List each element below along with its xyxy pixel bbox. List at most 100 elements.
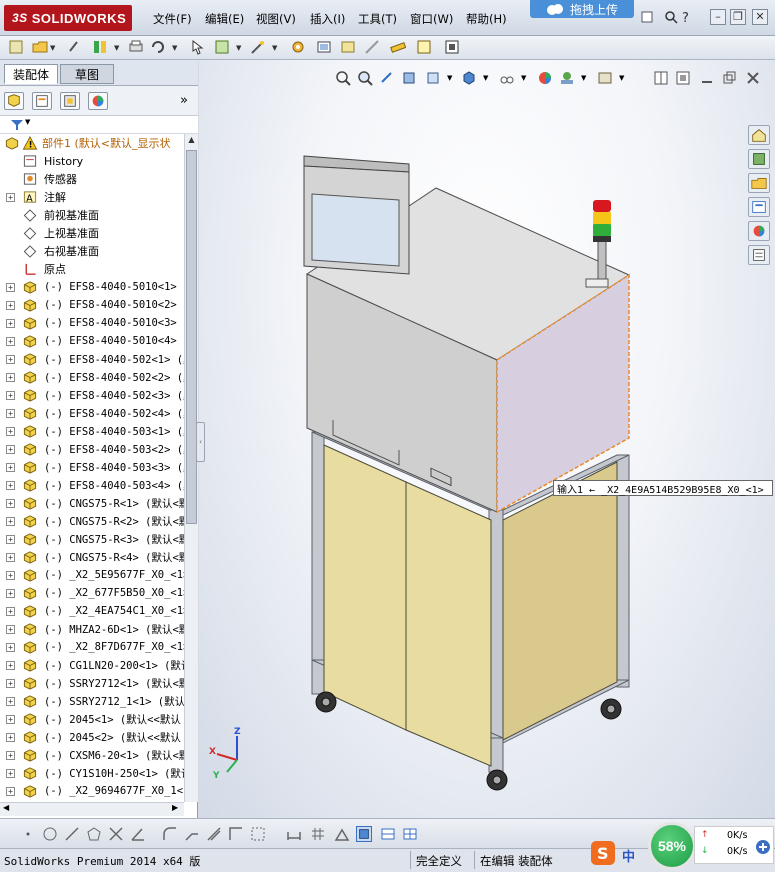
expand-toggle[interactable]: + [6, 606, 15, 616]
tree-item[interactable]: + (-) _X2_677F5B50_X0_<1> [0, 584, 184, 602]
tree-item[interactable]: + (-) EFS8-4040-5010<2> ( [0, 296, 184, 314]
expand-toggle[interactable]: + [6, 372, 15, 382]
tree-item[interactable]: + (-) CY1S10H-250<1> (默认 [0, 764, 184, 782]
expand-toggle[interactable]: + [6, 570, 15, 580]
expand-toggle[interactable]: + [6, 336, 15, 346]
line-icon[interactable] [64, 826, 80, 842]
tree-item[interactable]: + A 注解 [0, 188, 184, 206]
dashed-box-icon[interactable] [250, 826, 266, 842]
tree-item[interactable]: + (-) _X2_5E95677F_X0_<1> [0, 566, 184, 584]
tree-item[interactable]: + (-) EFS8-4040-5010<1> ( [0, 278, 184, 296]
angle-icon[interactable] [130, 826, 146, 842]
ime-toolbar[interactable]: S 中 [590, 838, 652, 868]
home-icon[interactable] [748, 125, 770, 145]
dimension-icon[interactable] [286, 826, 302, 842]
tree-item[interactable]: + (-) CXSM6-20<1> (默认<默 [0, 746, 184, 764]
open-folder-icon[interactable] [32, 39, 48, 55]
scroll-left-arrow[interactable]: ◀ [3, 803, 9, 812]
property-manager-icon[interactable] [32, 92, 52, 110]
pin-icon[interactable] [640, 10, 654, 24]
tree-item[interactable]: 上视基准面 [0, 224, 184, 242]
gear-icon[interactable] [290, 39, 306, 55]
graphics-area[interactable]: ▼ ▼ ▼ ▼ ▼ Z X Y [199, 60, 775, 818]
chevron-down-icon[interactable]: ▼ [50, 44, 55, 52]
panel-expand-button[interactable]: » [180, 93, 188, 108]
menu-view[interactable]: 视图(V) [256, 11, 296, 27]
expand-toggle[interactable]: + [6, 678, 15, 688]
tree-item[interactable]: + (-) _X2_9694677F_X0_1<1 [0, 782, 184, 800]
expand-toggle[interactable]: + [6, 318, 15, 328]
tree-vertical-scrollbar[interactable]: ▲ [184, 134, 198, 802]
tree-item[interactable]: + (-) EFS8-4040-503<1> (默 [0, 422, 184, 440]
expand-toggle[interactable]: + [6, 732, 15, 742]
design-library-icon[interactable] [748, 149, 770, 169]
expand-toggle[interactable]: + [6, 642, 15, 652]
tree-item[interactable]: + (-) CNGS75-R<1> (默认<默 [0, 494, 184, 512]
expand-toggle[interactable]: + [6, 354, 15, 364]
tree-item[interactable]: + (-) EFS8-4040-502<3> (默 [0, 386, 184, 404]
chamfer-icon[interactable] [184, 826, 200, 842]
tree-item[interactable]: + (-) EFS8-4040-5010<4> ( [0, 332, 184, 350]
expand-toggle[interactable]: + [6, 696, 15, 706]
expand-toggle[interactable]: + [6, 282, 15, 292]
shaded-view-icon[interactable] [356, 826, 372, 842]
expand-toggle[interactable]: + [6, 408, 15, 418]
expand-toggle[interactable]: + [6, 552, 15, 562]
sogou-logo-icon[interactable]: S [590, 840, 616, 866]
file-explorer-icon[interactable] [748, 173, 770, 193]
expand-toggle[interactable]: + [6, 426, 15, 436]
tree-root-assembly[interactable]: ! 部件1 (默认<默认_显示状 [0, 134, 184, 152]
options-icon[interactable] [214, 39, 230, 55]
ruler-icon[interactable] [390, 39, 406, 55]
expand-toggle[interactable]: + [6, 444, 15, 454]
tree-item[interactable]: + (-) _X2_8F7D677F_X0_<1> [0, 638, 184, 656]
mate-icon[interactable] [364, 39, 380, 55]
tree-item[interactable]: + (-) EFS8-4040-502<2> (默 [0, 368, 184, 386]
tree-item[interactable]: + (-) EFS8-4040-502<4> (默 [0, 404, 184, 422]
tree-item[interactable]: + (-) 2045<2> (默认<<默认 [0, 728, 184, 746]
expand-toggle[interactable]: + [6, 624, 15, 634]
expand-toggle[interactable]: + [6, 516, 15, 526]
expand-toggle[interactable]: + [6, 714, 15, 724]
tree-item[interactable]: + (-) SSRY2712<1> (默认<默 [0, 674, 184, 692]
circle-icon[interactable] [42, 826, 58, 842]
tree-item[interactable]: + (-) MHZA2-6D<1> (默认<默 [0, 620, 184, 638]
rebuild-icon[interactable] [92, 39, 108, 55]
ime-language-label[interactable]: 中 [622, 846, 635, 865]
tree-item[interactable]: + (-) _X2_4EA754C1_X0_<1> [0, 602, 184, 620]
scroll-up-arrow[interactable]: ▲ [186, 135, 197, 147]
tree-item[interactable]: + (-) SSRY2712_1<1> (默认 [0, 692, 184, 710]
expand-toggle[interactable]: + [6, 462, 15, 472]
search-help-icon[interactable] [664, 10, 678, 24]
tree-item[interactable]: History [0, 152, 184, 170]
polygon-icon[interactable] [86, 826, 102, 842]
minimize-button[interactable]: – [710, 9, 726, 25]
expand-toggle[interactable]: + [6, 480, 15, 490]
tab-assembly[interactable]: 装配体 [4, 64, 58, 84]
tree-item[interactable]: 原点 [0, 260, 184, 278]
expand-toggle[interactable]: + [6, 300, 15, 310]
view-palette-icon[interactable] [748, 197, 770, 217]
assembly-icon[interactable] [316, 39, 332, 55]
expand-toggle[interactable]: + [6, 750, 15, 760]
tree-item[interactable]: + (-) EFS8-4040-502<1> (默 [0, 350, 184, 368]
tree-item[interactable]: + (-) EFS8-4040-503<3> (默 [0, 458, 184, 476]
close-button[interactable]: ✕ [752, 9, 768, 25]
select-icon[interactable] [190, 39, 206, 55]
menu-tools[interactable]: 工具(T) [358, 11, 397, 27]
expand-toggle[interactable]: + [6, 534, 15, 544]
chevron-down-icon[interactable]: ▼ [114, 44, 119, 52]
appearances-icon[interactable] [748, 221, 770, 241]
tree-horizontal-scrollbar[interactable]: ◀ ▶ [0, 802, 184, 816]
solidworks-logo[interactable]: 3S SOLIDWORKS [4, 5, 132, 31]
upload-button[interactable]: 拖拽上传 [530, 0, 634, 18]
grid-icon[interactable] [310, 826, 326, 842]
tree-item[interactable]: + (-) CNGS75-R<3> (默认<默 [0, 530, 184, 548]
hmi-monitor[interactable] [303, 155, 410, 275]
insert-component-icon[interactable] [340, 39, 356, 55]
print-icon[interactable] [128, 39, 144, 55]
tree-item[interactable]: + (-) CG1LN20-200<1> (默认 [0, 656, 184, 674]
corner-icon[interactable] [228, 826, 244, 842]
fillet-icon[interactable] [162, 826, 178, 842]
display-manager-icon[interactable] [88, 92, 108, 110]
